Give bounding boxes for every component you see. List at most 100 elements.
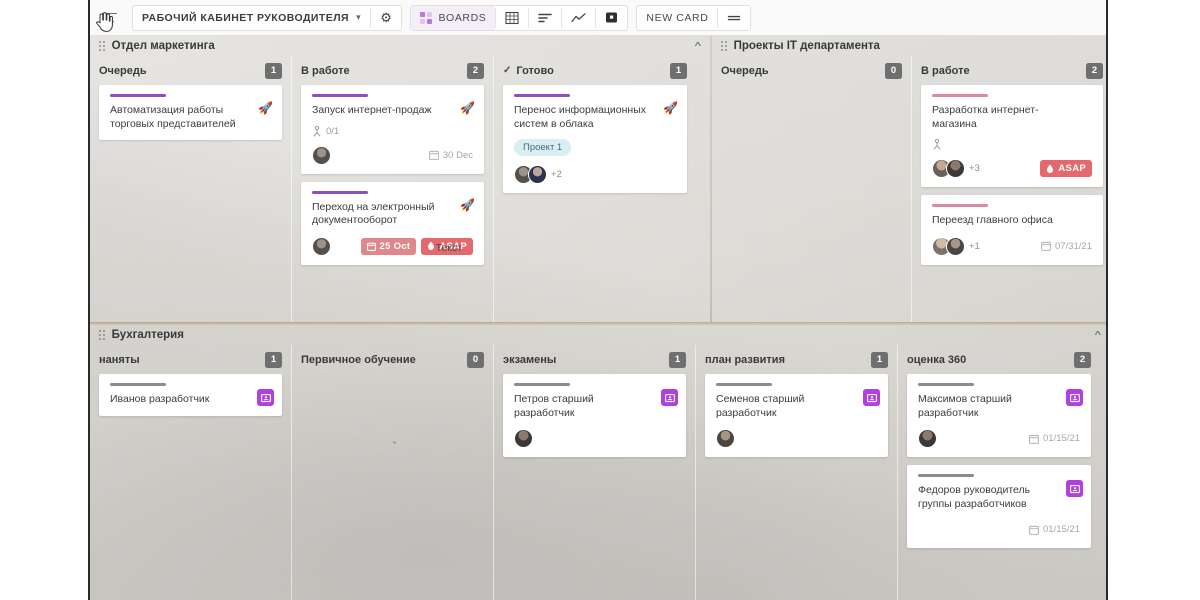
column-header: В работе 2 — [301, 56, 484, 85]
card[interactable]: Перенос информационных систем в облака 🚀… — [503, 85, 687, 193]
card-footer: 30 Dec — [312, 145, 473, 165]
card-title: Автоматизация работы торговых представит… — [110, 104, 236, 130]
avatar[interactable] — [312, 145, 331, 165]
column-header: экзамены 1 — [503, 345, 686, 374]
card-options-button[interactable] — [718, 6, 750, 30]
column-count: 2 — [1074, 351, 1091, 368]
column-title: Первичное обучение — [301, 353, 416, 366]
card[interactable]: Запуск интернет-продаж 🚀 0/1 30 Dec — [301, 85, 484, 174]
view-list-button[interactable] — [529, 6, 561, 30]
card-avatars[interactable] — [716, 429, 735, 448]
card-avatars[interactable] — [514, 429, 533, 448]
card-footer: 01/15/21 — [918, 520, 1080, 539]
hamburger-menu-icon[interactable] — [94, 5, 124, 32]
card-accent-bar — [918, 383, 974, 386]
due-date-pill[interactable]: 25 Oct — [360, 237, 417, 255]
card-accent-bar — [918, 474, 974, 477]
card[interactable]: Максимов старший разработчик 01/15/21 — [907, 374, 1091, 457]
card-avatars[interactable] — [312, 236, 331, 256]
card-accent-bar — [110, 383, 166, 386]
card-avatars[interactable]: +2 — [514, 165, 562, 184]
calendar-icon — [1029, 525, 1039, 535]
card[interactable]: Автоматизация работы торговых представит… — [99, 85, 282, 140]
card-accent-bar — [514, 94, 570, 97]
hamburger-glyph — [101, 10, 117, 24]
card-due-date: 01/15/21 — [1029, 524, 1080, 535]
card[interactable]: Переход на электронный документооборот 🚀 — [301, 181, 484, 265]
card[interactable]: Иванов разработчик — [99, 374, 282, 416]
avatar[interactable] — [918, 429, 937, 448]
card[interactable]: Семенов старший разработчик — [705, 374, 888, 457]
card-accent-bar — [312, 190, 368, 194]
avatar[interactable] — [312, 236, 331, 256]
trend-chart-icon — [571, 12, 587, 22]
boards-grid-icon — [420, 11, 433, 24]
avatar[interactable] — [946, 159, 965, 178]
card[interactable]: Федоров руководитель группы разработчико… — [907, 465, 1091, 548]
view-square-button[interactable] — [596, 6, 627, 30]
board-header[interactable]: Бухгалтерия ^ — [90, 325, 1106, 345]
person-glyph — [260, 393, 271, 402]
asap-pill[interactable]: ASAP — [1040, 160, 1092, 177]
top-toolbar: РАБОЧИЙ КАБИНЕТ РУКОВОДИТЕЛЯ ▾ ⚙ BOARDS — [90, 0, 1106, 36]
avatar[interactable] — [716, 429, 735, 448]
drag-grip-icon[interactable] — [721, 41, 727, 51]
chevron-up-icon[interactable]: ^ — [1095, 330, 1101, 340]
settings-button[interactable]: ⚙ — [371, 6, 401, 30]
equals-menu-icon — [728, 15, 741, 20]
column-title: В работе — [921, 64, 970, 77]
card[interactable]: Петров старший разработчик — [503, 374, 686, 457]
card-title: Переезд главного офиса — [932, 214, 1053, 226]
card-tag[interactable]: Проект 1 — [514, 139, 572, 156]
card[interactable]: Переезд главного офиса +1 07/31/21 — [921, 195, 1103, 265]
card[interactable]: Разработка интернет-магазина +3 ASAP — [921, 85, 1103, 187]
calendar-icon — [1029, 434, 1039, 444]
avatar-overflow-count: +1 — [969, 240, 980, 252]
column-plan-razvitiya: план развития 1 Семенов старший разработ… — [696, 345, 898, 600]
new-card-button[interactable]: NEW CARD — [637, 6, 717, 30]
column-count: 1 — [669, 351, 686, 368]
workspace-selector[interactable]: РАБОЧИЙ КАБИНЕТ РУКОВОДИТЕЛЯ ▾ — [133, 6, 370, 30]
avatar[interactable] — [514, 429, 533, 448]
view-boards-button[interactable]: BOARDS — [411, 5, 496, 30]
card-title: Перенос информационных систем в облака — [514, 104, 647, 130]
new-card-label: NEW CARD — [646, 11, 709, 24]
view-table-button[interactable] — [496, 6, 528, 30]
avatar[interactable] — [946, 236, 965, 256]
board-columns: наняты 1 Иванов разработчик Первичное об… — [90, 345, 1106, 600]
card-footer: +1 07/31/21 — [932, 236, 1092, 256]
board-header[interactable]: Отдел маркетинга ^ — [90, 36, 710, 56]
column-count: 2 — [467, 62, 484, 79]
view-chart-button[interactable] — [562, 6, 595, 30]
column-title: Готово — [516, 64, 554, 77]
column-title: Очередь — [721, 64, 769, 77]
card-avatars[interactable] — [312, 145, 331, 165]
card-avatars[interactable]: +3 — [932, 159, 980, 178]
avatar[interactable] — [528, 165, 547, 184]
card-title: Федоров руководитель группы разработчико… — [918, 484, 1031, 510]
drag-grip-icon[interactable] — [99, 330, 105, 340]
board-accounting: Бухгалтерия ^ наняты 1 Иванов разработчи… — [90, 325, 1106, 600]
column-title: Очередь — [99, 64, 147, 77]
card-title: Разработка интернет-магазина — [932, 104, 1039, 130]
board-it-projects: Проекты IT департамента Очередь 0 В рабо… — [712, 36, 1106, 322]
card-title: Переход на электронный документооборот — [312, 200, 435, 227]
drag-grip-icon[interactable] — [99, 41, 105, 51]
board-header[interactable]: Проекты IT департамента — [712, 36, 1106, 56]
person-badge-icon — [863, 389, 880, 406]
chevron-up-icon[interactable]: ^ — [695, 41, 701, 51]
person-glyph — [664, 393, 675, 402]
card-footer: +2 — [514, 165, 676, 184]
avatar-overflow-count: +2 — [551, 169, 562, 180]
column-ocenka-360: оценка 360 2 Максимов старший разработчи… — [898, 345, 1100, 600]
asap-pill-label: ASAP — [1058, 163, 1086, 174]
board-title: Отдел маркетинга — [111, 40, 215, 52]
workspace-selector-group: РАБОЧИЙ КАБИНЕТ РУКОВОДИТЕЛЯ ▾ ⚙ — [132, 4, 403, 31]
asap-pill[interactable]: ASAP — [421, 237, 473, 255]
column-header: наняты 1 — [99, 345, 282, 374]
card-avatars[interactable]: +1 — [932, 236, 980, 256]
column-count: 1 — [265, 351, 282, 368]
card-avatars[interactable] — [918, 429, 937, 448]
avatar-overflow-count: +3 — [969, 163, 980, 174]
rocket-icon: 🚀 — [460, 101, 475, 115]
